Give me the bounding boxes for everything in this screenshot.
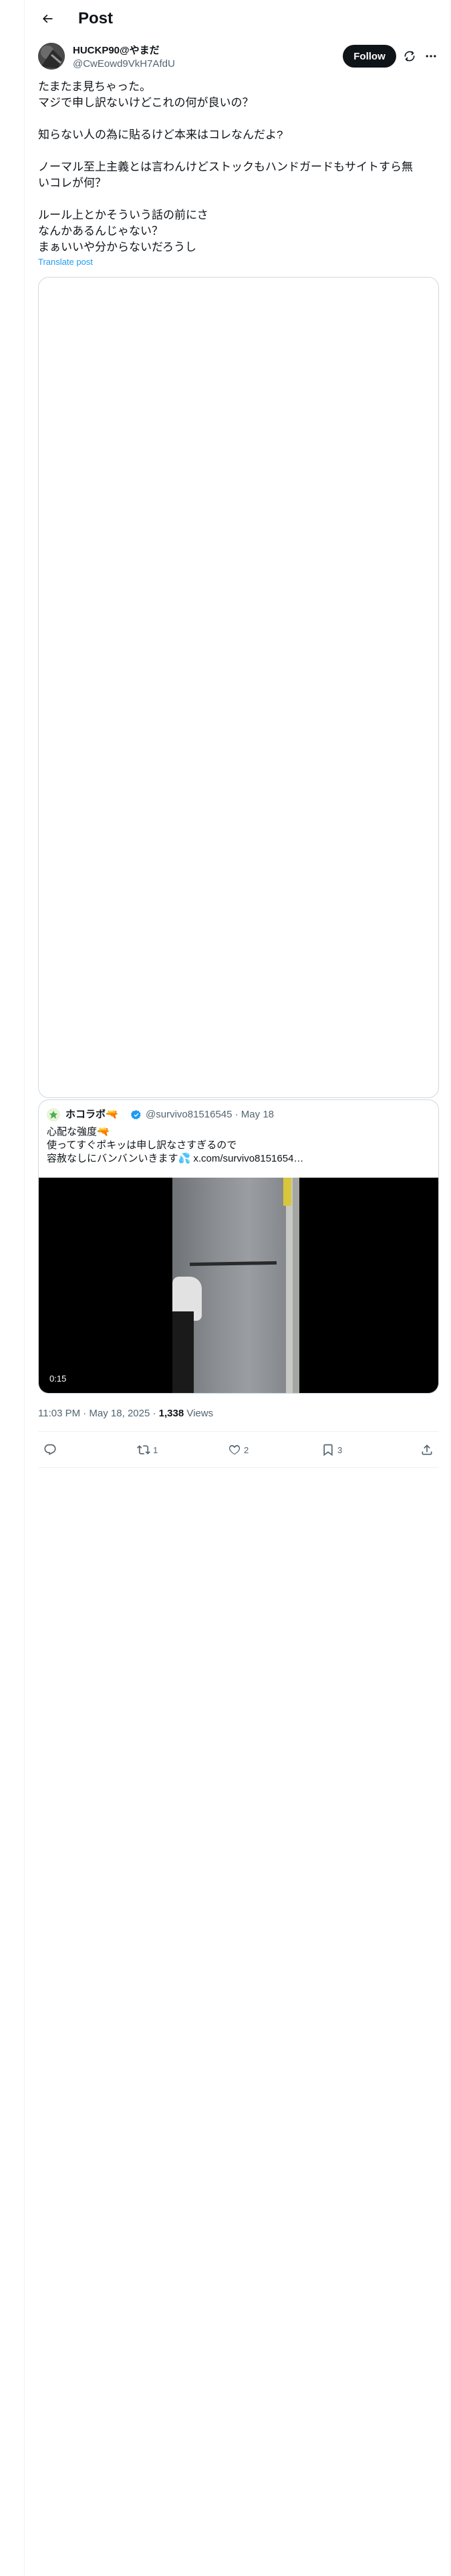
post-line: マジで申し訳ないけどこれの何が良いの？	[38, 96, 254, 109]
translate-post-link[interactable]: Translate post	[38, 256, 93, 268]
back-arrow-icon	[42, 14, 53, 23]
bookmark-button[interactable]: 3	[321, 1442, 342, 1458]
divider	[38, 1431, 439, 1432]
retweet-icon	[137, 1445, 150, 1455]
like-icon	[229, 1444, 241, 1455]
more-button[interactable]	[423, 48, 439, 64]
divider	[38, 1467, 439, 1468]
retweet-count: 1	[153, 1444, 158, 1455]
post-line: まぁいいや分からないだろうし	[38, 241, 196, 253]
like-count: 2	[244, 1444, 249, 1455]
author-avatar[interactable]	[38, 43, 65, 70]
share-icon	[422, 1444, 432, 1455]
follow-button[interactable]: Follow	[343, 45, 396, 68]
post-line: ルール上とかそういう話の前にさ	[38, 209, 208, 221]
post-text: たまたま見ちゃった。 マジで申し訳ないけどこれの何が良いの？ 知らない人の為に貼…	[38, 79, 439, 255]
grok-button[interactable]	[402, 48, 418, 64]
verified-badge-icon	[131, 1110, 141, 1119]
reply-icon	[44, 1444, 56, 1455]
post-media[interactable]	[38, 277, 439, 1098]
post-line	[38, 191, 439, 207]
back-button[interactable]	[35, 7, 59, 31]
share-button[interactable]	[420, 1442, 434, 1458]
bookmark-icon	[323, 1444, 333, 1457]
quote-video[interactable]: 0:15	[39, 1178, 438, 1393]
quote-text: 心配な強度🔫 使ってすぐポキッは申し訳なさすぎるので 容赦なしにバンバンいきます…	[47, 1125, 434, 1166]
views-label: Views	[184, 1408, 214, 1419]
post-line: ノーマル至上主義とは言わんけどストックもハンドガードもサイトすら無	[38, 160, 413, 173]
page-title: Post	[78, 9, 114, 27]
quote-line: 使ってすぐポキッは申し訳なさすぎるので	[47, 1140, 237, 1151]
post-line	[38, 111, 439, 127]
post-meta: 11:03 PM · May 18, 2025 · 1,338 Views	[38, 1407, 213, 1420]
avatar-image	[38, 43, 65, 70]
quote-line: 心配な強度🔫	[47, 1126, 110, 1138]
post-line: たまたま見ちゃった。	[38, 80, 151, 93]
post-line	[38, 143, 439, 159]
primary-column: Post HUCKP90@やまだ @CwEowd9VkH7AfdU Follow…	[24, 0, 450, 2576]
like-button[interactable]: 2	[228, 1442, 249, 1458]
reply-button[interactable]	[43, 1442, 57, 1458]
page-header: Post	[25, 0, 450, 37]
quoted-post[interactable]: ホコラボ🔫 @survivo81516545 · May 18 心配な強度🔫 使…	[38, 1099, 439, 1394]
views-count: 1,338	[158, 1408, 184, 1419]
video-duration: 0:15	[45, 1372, 71, 1386]
bookmark-count: 3	[337, 1444, 343, 1455]
quote-avatar	[47, 1108, 60, 1121]
quote-handle-date: @survivo81516545 · May 18	[146, 1109, 274, 1120]
post-line: 知らない人の為に貼るけど本来はコレなんだよ?	[38, 128, 283, 141]
post-line: なんかあるんじゃない？	[38, 225, 163, 237]
quote-line: 容赦なしにバンバンいきます💦 x.com/survivo8151654…	[47, 1153, 304, 1164]
quote-author-name: ホコラボ🔫	[65, 1109, 118, 1120]
retweet-button[interactable]: 1	[137, 1442, 158, 1458]
post-line: いコレが何？	[38, 177, 106, 189]
author-handle[interactable]: @CwEowd9VkH7AfdU	[73, 58, 175, 71]
author-name[interactable]: HUCKP90@やまだ	[73, 44, 160, 58]
action-bar: 1 2 3	[38, 1434, 439, 1466]
grok-icon	[404, 51, 415, 62]
more-icon	[426, 55, 436, 58]
post-timestamp[interactable]: 11:03 PM · May 18, 2025 ·	[38, 1408, 159, 1419]
